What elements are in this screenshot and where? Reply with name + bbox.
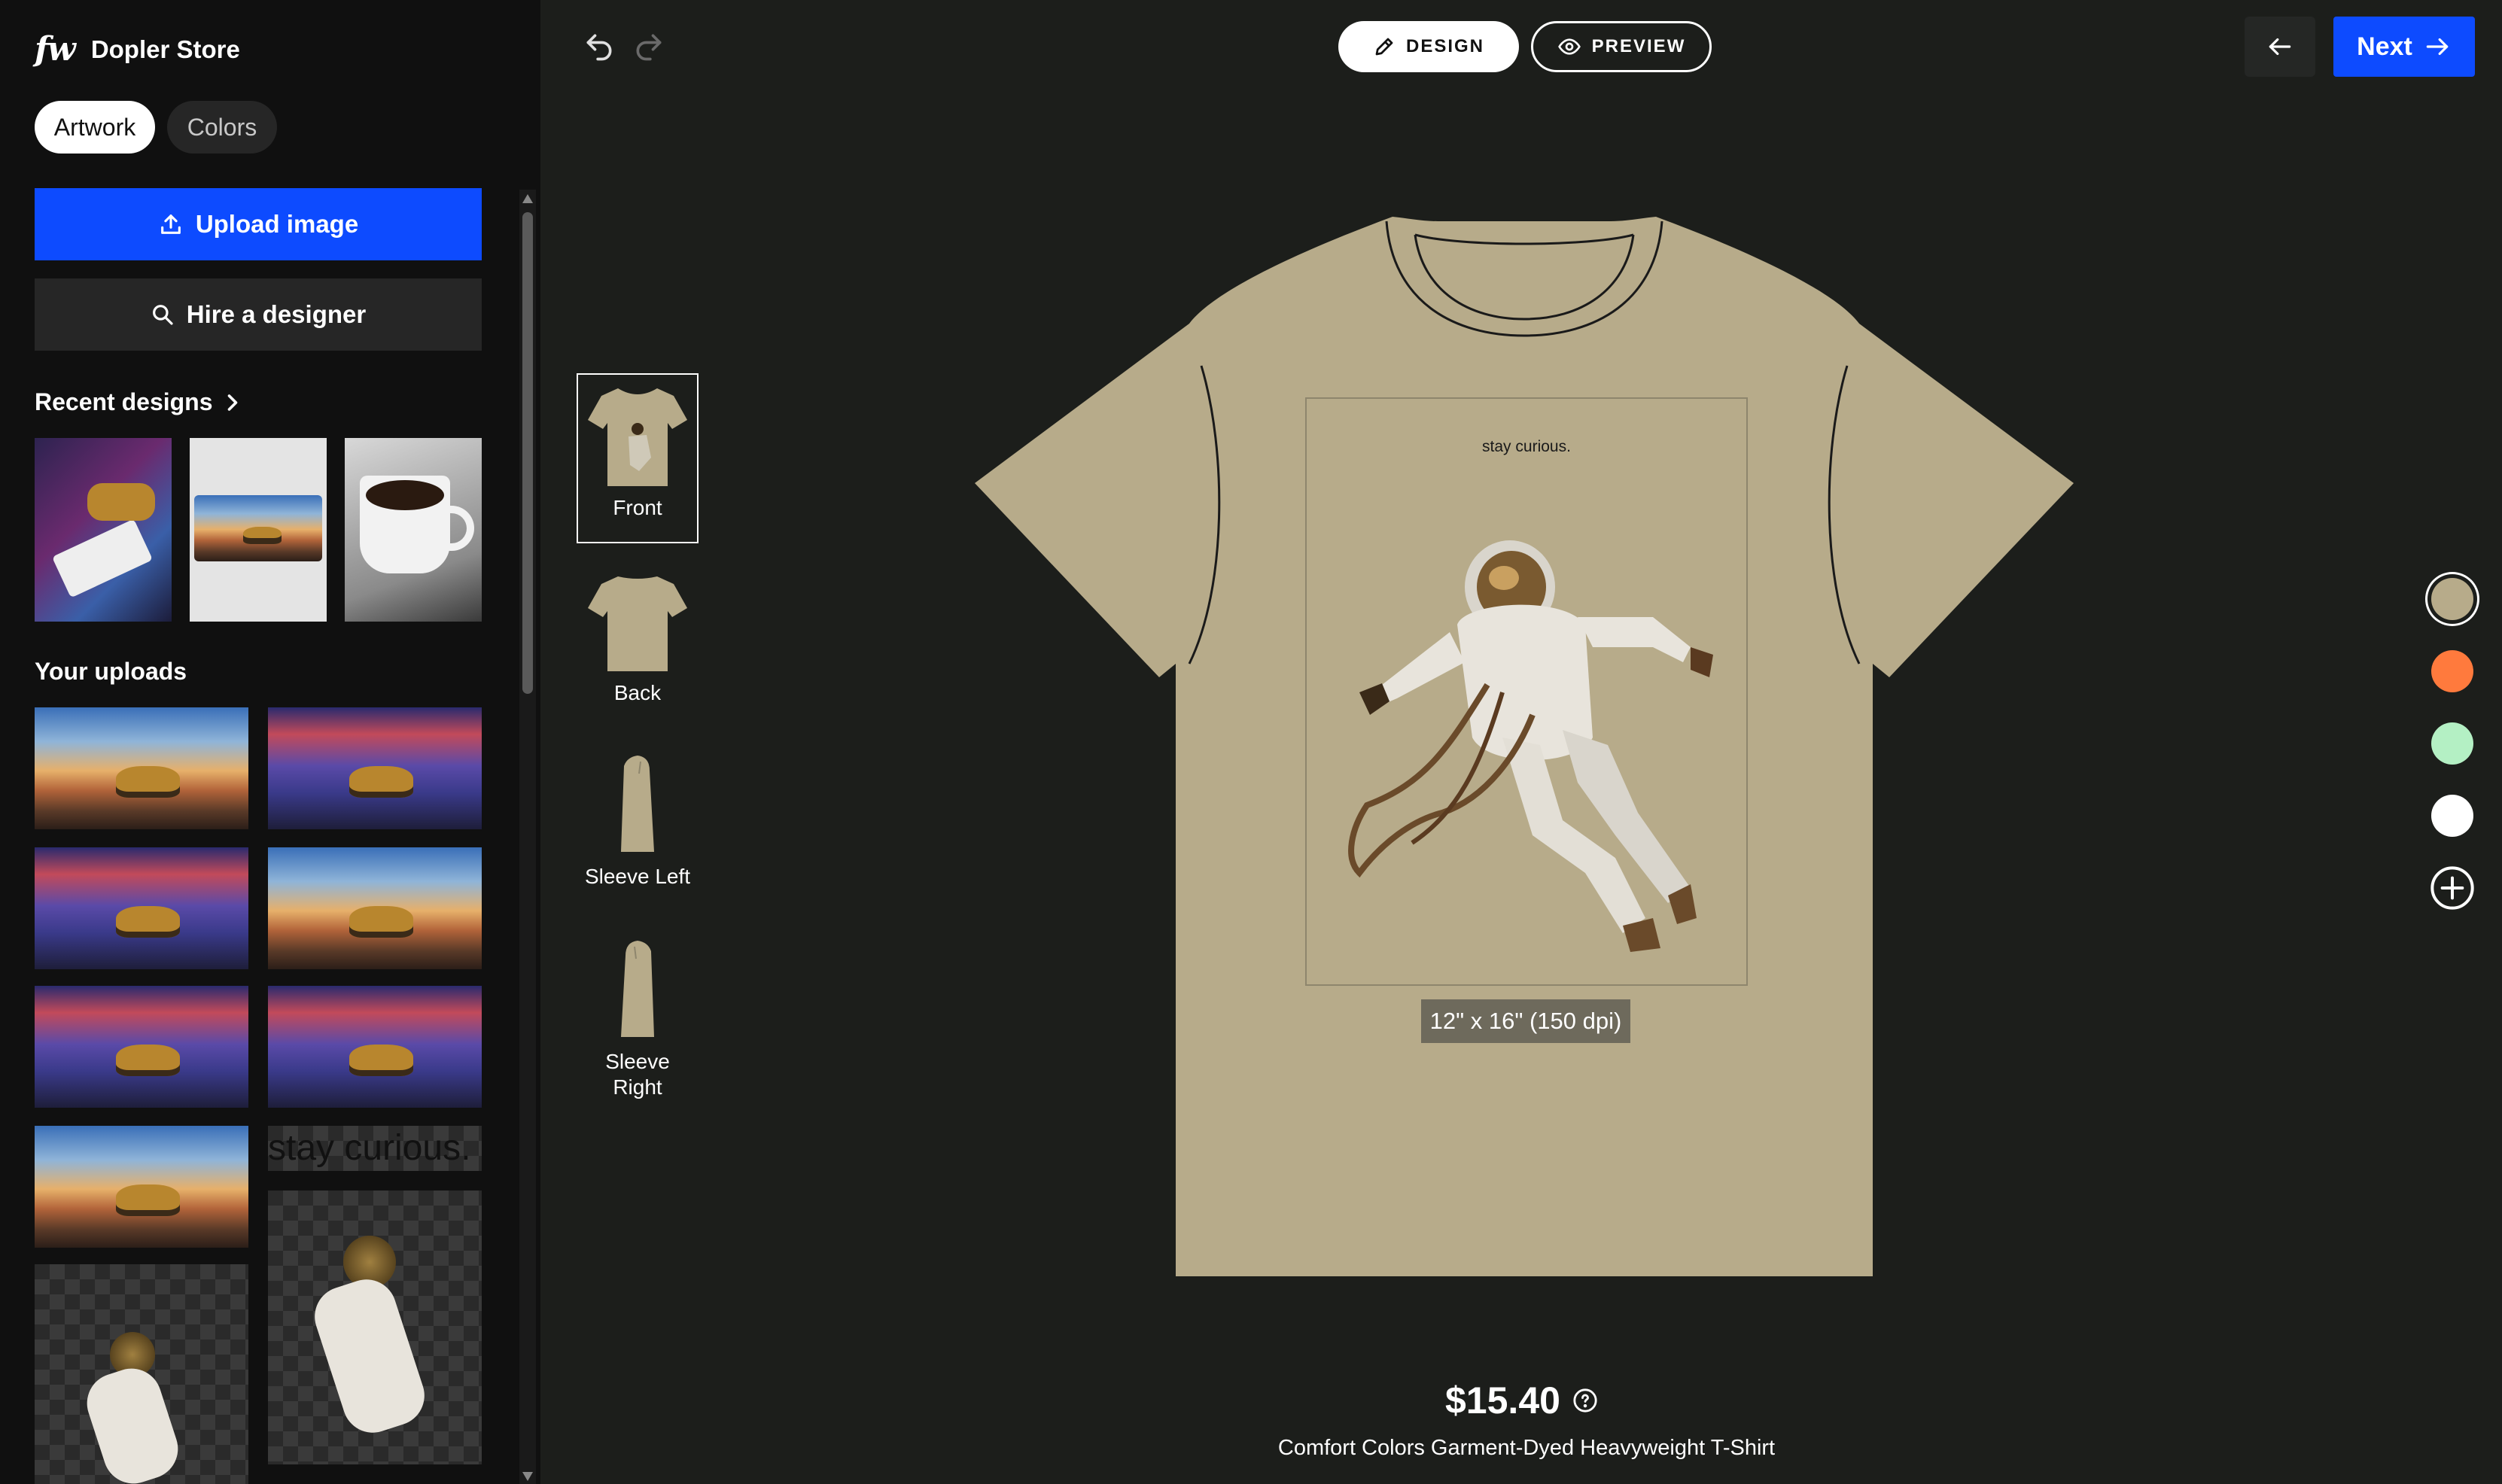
- eye-icon: [1557, 38, 1581, 55]
- view-sleeve-right-label: Sleeve Right: [605, 1050, 670, 1099]
- astronaut-image: [1348, 540, 1713, 952]
- sidebar-scrollbar[interactable]: [519, 190, 536, 1484]
- upload-image-label: Upload image: [195, 210, 359, 238]
- design-mode-label: DESIGN: [1405, 36, 1484, 56]
- mug-image: [360, 476, 450, 573]
- tab-colors[interactable]: Colors: [167, 101, 277, 154]
- upload-thumb[interactable]: [35, 986, 248, 1108]
- coffee-image: [366, 480, 444, 510]
- buggy-image: [87, 483, 155, 521]
- tshirt-front-icon: [588, 388, 687, 486]
- recent-design-thumb[interactable]: [35, 438, 172, 622]
- upload-text-preview: stay curious.: [268, 1128, 471, 1168]
- price: $15.40: [1445, 1379, 1560, 1422]
- sleeve-right-icon: [621, 941, 654, 1037]
- upload-image-button[interactable]: Upload image: [35, 188, 482, 260]
- print-text[interactable]: stay curious.: [1307, 438, 1746, 456]
- recent-designs-title: Recent designs: [35, 388, 213, 415]
- store-name[interactable]: Dopler Store: [91, 35, 240, 64]
- next-button[interactable]: Next: [2333, 17, 2475, 77]
- recent-designs-header[interactable]: Recent designs: [35, 388, 240, 416]
- color-swatch-mint[interactable]: [2431, 722, 2473, 765]
- price-row: $15.40: [1445, 1379, 1598, 1422]
- color-swatch-orange[interactable]: [2431, 650, 2473, 692]
- your-uploads-header: Your uploads: [35, 658, 187, 686]
- astronaut-body-image: [306, 1271, 433, 1441]
- back-button[interactable]: [2245, 17, 2315, 77]
- upload-thumb[interactable]: [268, 986, 482, 1108]
- deskmat-image: [194, 495, 322, 561]
- upload-thumb[interactable]: [268, 847, 482, 969]
- your-uploads-title: Your uploads: [35, 658, 187, 685]
- upload-thumb[interactable]: [35, 1126, 248, 1248]
- upload-thumb[interactable]: [35, 847, 248, 969]
- product-name: Comfort Colors Garment-Dyed Heavyweight …: [1277, 1436, 1776, 1460]
- buggy-image: [115, 905, 181, 938]
- brand-logo: fw: [35, 30, 76, 68]
- keyboard-image: [51, 518, 154, 598]
- design-mode-button[interactable]: DESIGN: [1338, 21, 1519, 72]
- arrow-right-icon: [2426, 38, 2449, 56]
- upload-thumb-text[interactable]: stay curious.: [268, 1126, 482, 1171]
- pen-icon: [1375, 38, 1393, 56]
- upload-thumb-astronaut[interactable]: [268, 1191, 482, 1464]
- hire-designer-label: Hire a designer: [186, 300, 367, 328]
- view-front[interactable]: Front: [577, 373, 699, 543]
- upload-thumb[interactable]: [268, 707, 482, 829]
- view-back[interactable]: Back: [577, 563, 699, 728]
- view-sleeve-left[interactable]: Sleeve Left: [577, 744, 699, 909]
- buggy-image: [115, 1184, 181, 1216]
- add-color-icon[interactable]: [2428, 864, 2476, 912]
- view-front-label: Front: [613, 496, 662, 519]
- buggy-image: [349, 905, 414, 938]
- color-swatch-white[interactable]: [2431, 795, 2473, 837]
- print-dimensions-label: 12" x 16" (150 dpi): [1421, 999, 1630, 1043]
- color-swatch-tan[interactable]: [2431, 578, 2473, 620]
- scroll-down-icon[interactable]: [522, 1472, 533, 1481]
- arrow-left-icon: [2269, 38, 2291, 56]
- undo-icon[interactable]: [583, 30, 616, 63]
- recent-design-thumb[interactable]: [190, 438, 327, 622]
- buggy-image: [242, 527, 282, 545]
- next-label: Next: [2357, 32, 2412, 61]
- view-sleeve-right[interactable]: Sleeve Right: [577, 929, 699, 1117]
- recent-design-thumb[interactable]: [345, 438, 482, 622]
- astronaut-body-image: [79, 1361, 186, 1484]
- upload-thumb-astronaut[interactable]: [35, 1264, 248, 1484]
- preview-mode-label: PREVIEW: [1591, 36, 1686, 56]
- astronaut-artwork[interactable]: [1337, 497, 1728, 956]
- sleeve-left-icon: [621, 756, 654, 852]
- search-icon: [152, 305, 173, 325]
- scrollbar-thumb[interactable]: [522, 212, 533, 694]
- help-icon[interactable]: [1572, 1388, 1598, 1413]
- tab-artwork[interactable]: Artwork: [35, 101, 155, 154]
- chevron-right-icon: [227, 394, 237, 411]
- buggy-image: [115, 1044, 181, 1076]
- redo-icon[interactable]: [632, 30, 665, 63]
- tshirt-back-icon: [588, 576, 687, 671]
- print-area[interactable]: stay curious.: [1305, 397, 1748, 986]
- buggy-image: [349, 765, 414, 798]
- brand: fw Dopler Store: [35, 30, 240, 68]
- preview-mode-button[interactable]: PREVIEW: [1531, 21, 1712, 72]
- buggy-image: [115, 765, 181, 798]
- view-back-label: Back: [613, 681, 662, 704]
- sidebar: fw Dopler Store Artwork Colors Upload im…: [0, 0, 540, 1484]
- scroll-up-icon[interactable]: [522, 194, 533, 203]
- mug-handle-image: [444, 506, 474, 551]
- upload-thumb[interactable]: [35, 707, 248, 829]
- upload-icon: [160, 214, 181, 234]
- hire-designer-button[interactable]: Hire a designer: [35, 278, 482, 351]
- buggy-image: [349, 1044, 414, 1076]
- view-sleeve-left-label: Sleeve Left: [584, 865, 691, 888]
